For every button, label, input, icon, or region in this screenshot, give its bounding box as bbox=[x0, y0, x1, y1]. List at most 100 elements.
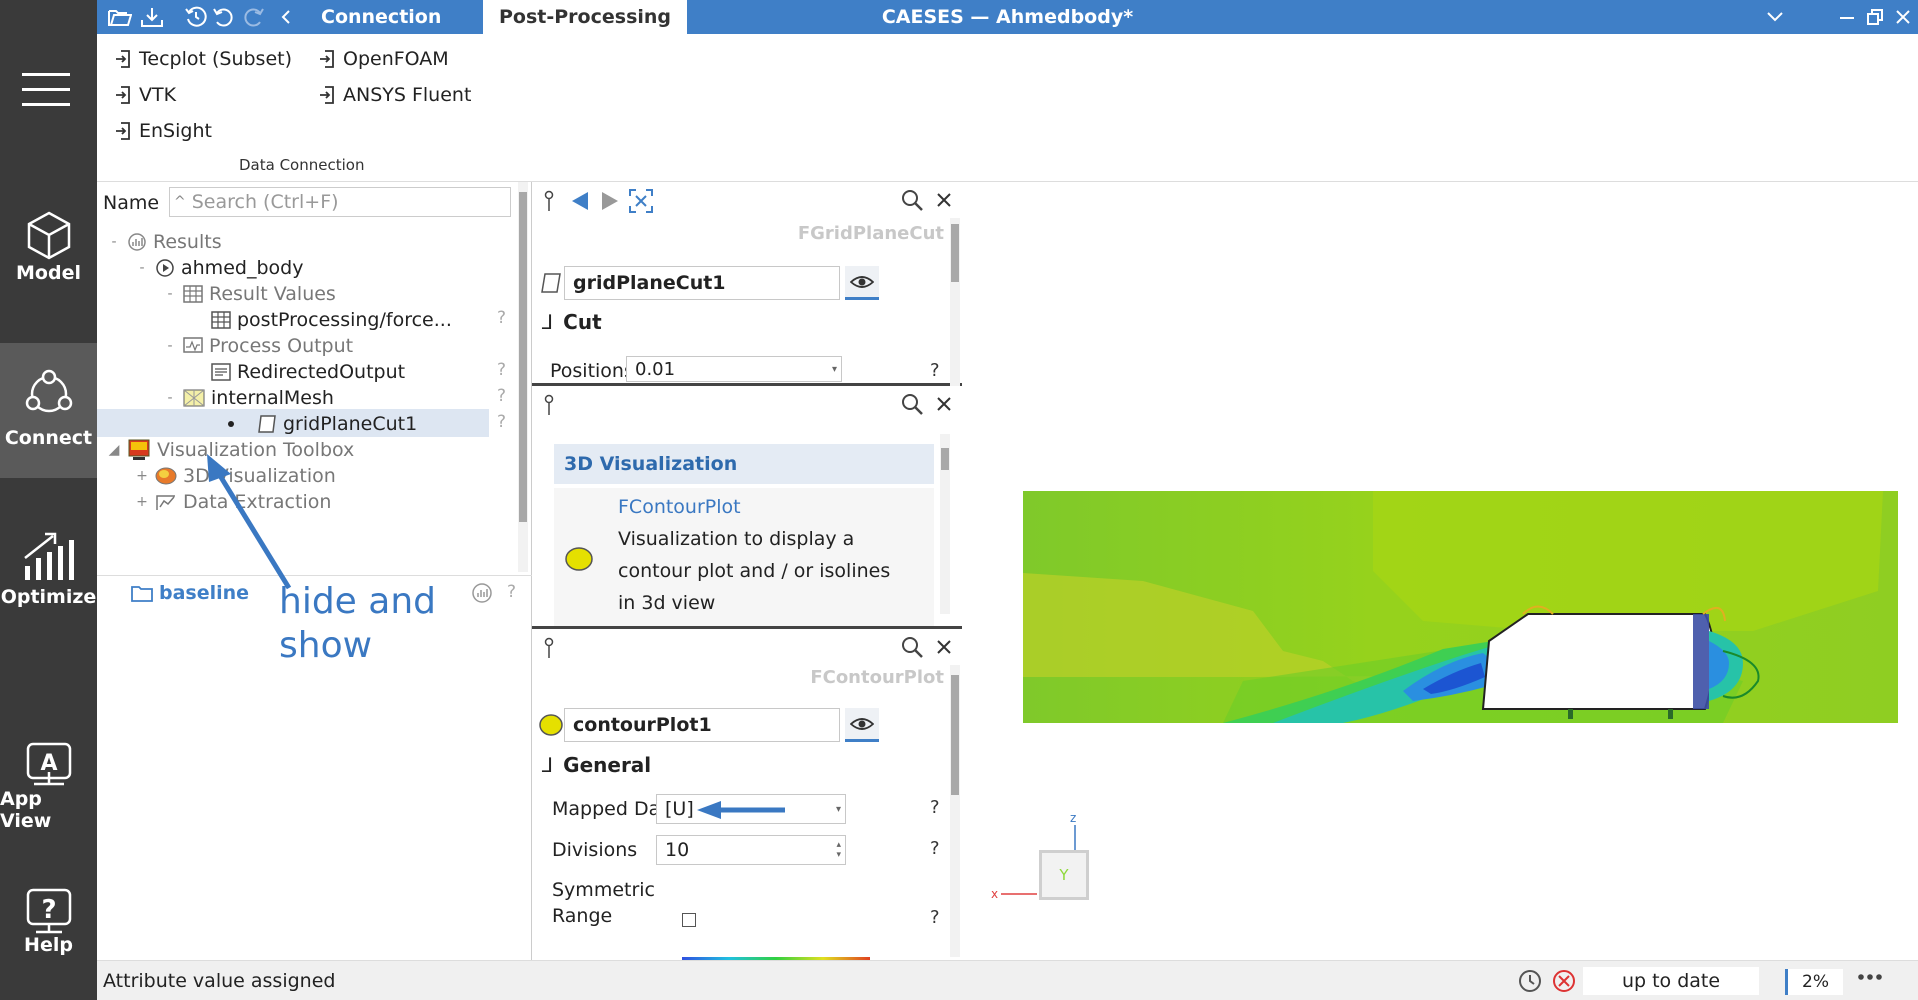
object-name-value: contourPlot1 bbox=[573, 714, 712, 736]
symmetric-range-label-2: Range bbox=[552, 905, 613, 927]
3d-viewport[interactable]: z x Y bbox=[963, 182, 1918, 960]
collapse-marker-icon: ⅃ bbox=[542, 753, 554, 777]
help-mark[interactable]: ? bbox=[930, 838, 940, 859]
ribbon-ansys-fluent[interactable]: ANSYS Fluent bbox=[319, 80, 471, 110]
annotation-arrow bbox=[207, 454, 292, 590]
divisions-label: Divisions bbox=[552, 839, 638, 861]
open-folder-icon[interactable] bbox=[107, 5, 133, 29]
progress-percent-text: 2% bbox=[1802, 972, 1829, 992]
panel-scrollbar[interactable] bbox=[940, 434, 950, 614]
pin-icon[interactable] bbox=[544, 394, 554, 416]
left-navigation: Model Connect Optimize A App View ? Help bbox=[0, 0, 97, 1000]
svg-text:A: A bbox=[40, 751, 57, 776]
nav-help[interactable]: ? Help bbox=[0, 888, 97, 968]
object-name-field[interactable]: contourPlot1 bbox=[564, 708, 840, 742]
ribbon-group-label: Data Connection bbox=[239, 156, 365, 174]
progress-percent: 2% bbox=[1785, 969, 1843, 995]
dropdown-arrow-icon[interactable]: ▾ bbox=[832, 364, 837, 375]
help-icon: ? bbox=[24, 888, 74, 934]
svg-text:?: ? bbox=[41, 895, 56, 925]
ribbon-ansys-fluent-label: ANSYS Fluent bbox=[343, 84, 472, 106]
import-icon bbox=[115, 85, 131, 105]
redo-icon[interactable] bbox=[240, 5, 266, 29]
category-header-label: 3D Visualization bbox=[564, 453, 738, 475]
nav-app-view[interactable]: A App View bbox=[0, 742, 97, 832]
mapped-data-value: [U] bbox=[665, 798, 694, 820]
forward-arrow-icon[interactable] bbox=[600, 190, 620, 212]
restore-icon[interactable] bbox=[1861, 3, 1889, 31]
panel-scrollbar[interactable] bbox=[950, 665, 960, 957]
ribbon: Tecplot (Subset) VTK EnSight OpenFOAM AN… bbox=[97, 34, 1918, 182]
contour-plot-panel: FContourPlot contourPlot1 ⅃ General Mappe… bbox=[532, 629, 962, 960]
ribbon-tecplot[interactable]: Tecplot (Subset) bbox=[115, 44, 292, 74]
nav-model[interactable]: Model bbox=[0, 200, 97, 300]
spin-arrows-icon[interactable]: ▴ ▾ bbox=[836, 840, 841, 860]
contour-plot-render bbox=[1023, 491, 1898, 723]
search-icon[interactable] bbox=[900, 635, 924, 659]
ribbon-openfoam[interactable]: OpenFOAM bbox=[319, 44, 449, 74]
help-mark[interactable]: ? bbox=[930, 360, 940, 381]
object-name-value: gridPlaneCut1 bbox=[573, 272, 726, 294]
status-bar: Attribute value assigned up to date 2% bbox=[97, 960, 1918, 1000]
symmetric-range-checkbox[interactable] bbox=[682, 913, 696, 927]
contour-plot-icon bbox=[564, 546, 594, 572]
chevron-down-icon[interactable] bbox=[1761, 3, 1789, 31]
hamburger-menu-icon[interactable] bbox=[22, 70, 70, 110]
stop-icon[interactable] bbox=[1551, 968, 1577, 994]
back-arrow-icon[interactable] bbox=[570, 190, 590, 212]
plane-icon bbox=[540, 272, 562, 294]
category-header: 3D Visualization bbox=[554, 444, 934, 484]
title-bar: Connection Post-Processing CAESES — Ahme… bbox=[97, 0, 1918, 36]
import-icon bbox=[115, 121, 131, 141]
tab-connection[interactable]: Connection bbox=[305, 0, 457, 34]
nav-connect[interactable]: Connect bbox=[0, 343, 97, 478]
divisions-value: 10 bbox=[665, 839, 690, 861]
visibility-toggle[interactable] bbox=[845, 708, 879, 742]
close-panel-icon[interactable] bbox=[936, 396, 952, 412]
object-tree-panel: Name ^ Search (Ctrl+F) - Results - ahmed… bbox=[97, 182, 532, 960]
close-panel-icon[interactable] bbox=[936, 639, 952, 655]
pin-icon[interactable] bbox=[544, 190, 554, 212]
undo-icon[interactable] bbox=[211, 5, 237, 29]
annotation-line-2: show bbox=[279, 625, 373, 666]
orientation-cube[interactable]: Y bbox=[1039, 850, 1089, 900]
close-window-icon[interactable] bbox=[1889, 3, 1917, 31]
positions-value: 0.01 bbox=[635, 358, 676, 380]
nav-optimize[interactable]: Optimize bbox=[0, 528, 97, 628]
help-mark[interactable]: ? bbox=[930, 907, 940, 928]
toolbox-item-contour-plot[interactable]: FContourPlot Visualization to display a … bbox=[554, 488, 934, 626]
cut-section-header[interactable]: ⅃ Cut bbox=[542, 310, 602, 334]
history-icon[interactable] bbox=[183, 5, 209, 29]
chevron-left-icon[interactable] bbox=[273, 5, 299, 29]
more-options-icon[interactable] bbox=[1857, 971, 1883, 983]
divisions-spinbox[interactable]: 10 ▴ ▾ bbox=[656, 835, 846, 865]
close-panel-icon[interactable] bbox=[936, 192, 952, 208]
cube-face-label: Y bbox=[1059, 866, 1069, 884]
help-mark[interactable]: ? bbox=[930, 797, 940, 818]
panel-scrollbar[interactable] bbox=[950, 218, 960, 386]
positions-field[interactable]: 0.01 ▾ bbox=[626, 356, 842, 382]
eye-icon bbox=[850, 274, 874, 290]
dropdown-arrow-icon[interactable]: ▾ bbox=[836, 804, 841, 815]
cube-icon bbox=[25, 210, 73, 260]
history-icon[interactable] bbox=[1517, 968, 1543, 994]
ribbon-vtk[interactable]: VTK bbox=[115, 80, 176, 110]
minimize-icon[interactable] bbox=[1833, 3, 1861, 31]
fit-view-icon[interactable] bbox=[628, 188, 654, 214]
chart-icon bbox=[23, 528, 75, 582]
save-icon[interactable] bbox=[139, 5, 165, 29]
toolbox-item-desc-3: in 3d view bbox=[618, 592, 716, 614]
update-status-text: up to date bbox=[1621, 970, 1721, 992]
tab-post-processing[interactable]: Post-Processing bbox=[483, 0, 688, 36]
type-label: FGridPlaneCut bbox=[797, 223, 944, 244]
object-name-field[interactable]: gridPlaneCut1 bbox=[564, 266, 840, 300]
search-icon[interactable] bbox=[900, 392, 924, 416]
toolbox-item-title[interactable]: FContourPlot bbox=[618, 496, 741, 518]
annotation-arrow bbox=[697, 801, 785, 819]
visibility-toggle[interactable] bbox=[845, 266, 879, 300]
general-section-header[interactable]: ⅃ General bbox=[542, 753, 651, 777]
pin-icon[interactable] bbox=[544, 637, 554, 659]
toolbox-item-desc-1: Visualization to display a bbox=[618, 528, 855, 550]
ribbon-ensight[interactable]: EnSight bbox=[115, 116, 212, 146]
search-icon[interactable] bbox=[900, 188, 924, 212]
